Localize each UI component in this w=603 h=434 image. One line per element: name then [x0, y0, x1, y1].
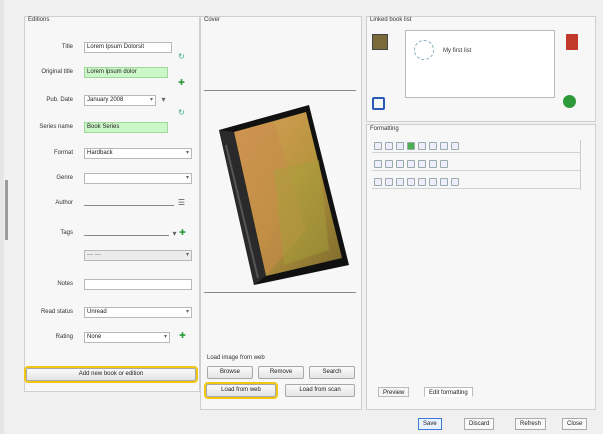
books-icon[interactable]: [372, 34, 388, 50]
italic-icon[interactable]: [385, 142, 393, 150]
add-icon[interactable]: ✚: [177, 78, 186, 87]
add-icon[interactable]: ✚: [178, 228, 187, 237]
pub-date-select[interactable]: January 2008: [84, 95, 156, 106]
delete-book-icon[interactable]: [566, 34, 578, 50]
bold-icon[interactable]: [374, 142, 382, 150]
field-label-notes: Notes: [57, 281, 73, 287]
info-icon[interactable]: [372, 97, 385, 110]
field-label-original-title: Original title: [41, 69, 73, 75]
field-label-tags: Tags: [60, 230, 73, 236]
tags-underline: [84, 235, 169, 236]
tab-preview[interactable]: Preview: [378, 387, 410, 397]
refresh-button[interactable]: Refresh: [515, 418, 547, 430]
close-button[interactable]: Close: [562, 418, 588, 430]
cover-bottom-divider: [204, 292, 356, 293]
indent-icon[interactable]: [396, 160, 404, 168]
field-label-title: Title: [61, 44, 73, 50]
cover-top-divider: [204, 90, 356, 91]
book-cover-image: [219, 105, 349, 285]
replace-icon[interactable]: [440, 178, 448, 186]
linked-list-title: Linked book list: [370, 17, 412, 23]
refresh-icon[interactable]: ↻: [177, 52, 186, 61]
read-status-select[interactable]: Unread: [84, 307, 192, 318]
list-icon[interactable]: ☰: [177, 198, 186, 207]
load-image-label: Load image from web: [207, 355, 265, 361]
outdent-icon[interactable]: [407, 160, 415, 168]
field-label-rating: Rating: [55, 334, 73, 340]
original-title-input[interactable]: Lorem ipsum dolor: [84, 67, 168, 78]
add-new-book-button[interactable]: Add new book or edition: [24, 366, 198, 383]
align-left-icon[interactable]: [429, 142, 437, 150]
discard-button[interactable]: Discard: [464, 418, 495, 430]
series-input[interactable]: Book Series: [84, 122, 168, 133]
notes-input[interactable]: [84, 279, 192, 290]
formatting-toolbar-row-1: [372, 140, 580, 153]
cut-icon[interactable]: [374, 178, 382, 186]
add-circle-icon[interactable]: [563, 95, 576, 108]
undo-icon[interactable]: [407, 178, 415, 186]
table-icon[interactable]: [418, 160, 426, 168]
formatting-toolbar-row-3: [372, 176, 580, 189]
list-bullet-icon[interactable]: [374, 160, 382, 168]
tab-edit-formatting[interactable]: Edit formatting: [424, 387, 473, 397]
link-icon[interactable]: [440, 160, 448, 168]
author-underline: [84, 205, 174, 206]
color-icon[interactable]: [407, 142, 415, 150]
browse-button[interactable]: Browse: [207, 366, 253, 379]
add-icon[interactable]: ✚: [178, 331, 187, 340]
linked-list-item[interactable]: My first list: [443, 48, 471, 54]
details-title: Editions: [28, 17, 50, 23]
underline-icon[interactable]: [396, 142, 404, 150]
align-right-icon[interactable]: [451, 142, 459, 150]
load-from-web-button[interactable]: Load from web: [204, 382, 278, 399]
rating-select[interactable]: None: [84, 332, 170, 343]
list-number-icon[interactable]: [385, 160, 393, 168]
font-icon[interactable]: [418, 142, 426, 150]
save-button[interactable]: Save: [418, 418, 442, 430]
field-label-format: Format: [53, 150, 73, 156]
title-input[interactable]: Lorem Ipsum Dolorsit: [84, 42, 172, 53]
toolbar-separator: [580, 140, 581, 190]
load-from-scan-button[interactable]: Load from scan: [285, 384, 355, 397]
field-label-pub-date: Pub. Date: [46, 97, 73, 103]
print-icon[interactable]: [451, 178, 459, 186]
list-item-icon: [414, 40, 434, 60]
genre-select[interactable]: [84, 173, 192, 184]
formatting-title: Formatting: [370, 126, 399, 132]
image-icon[interactable]: [429, 160, 437, 168]
remove-button[interactable]: Remove: [258, 366, 304, 379]
refresh-icon[interactable]: ↻: [177, 108, 186, 117]
redo-icon[interactable]: [418, 178, 426, 186]
copy-icon[interactable]: [385, 178, 393, 186]
sub-genre-select[interactable]: — —: [84, 250, 192, 261]
main-window: Editions Title Lorem Ipsum Dolorsit ↻ Or…: [0, 0, 603, 434]
chevron-down-icon[interactable]: ▾: [159, 95, 168, 104]
format-select[interactable]: Hardback: [84, 148, 192, 159]
search-button[interactable]: Search: [309, 366, 355, 379]
field-label-read-status: Read status: [40, 309, 73, 315]
paste-icon[interactable]: [396, 178, 404, 186]
find-icon[interactable]: [429, 178, 437, 186]
field-label-series: Series name: [39, 124, 73, 130]
window-left-edge: [0, 0, 4, 434]
cover-title: Cover: [204, 17, 221, 23]
align-center-icon[interactable]: [440, 142, 448, 150]
formatting-toolbar-row-2: [372, 158, 580, 171]
field-label-author: Author: [55, 200, 73, 206]
field-label-genre: Genre: [56, 175, 73, 181]
left-scrollbar[interactable]: [5, 180, 8, 240]
